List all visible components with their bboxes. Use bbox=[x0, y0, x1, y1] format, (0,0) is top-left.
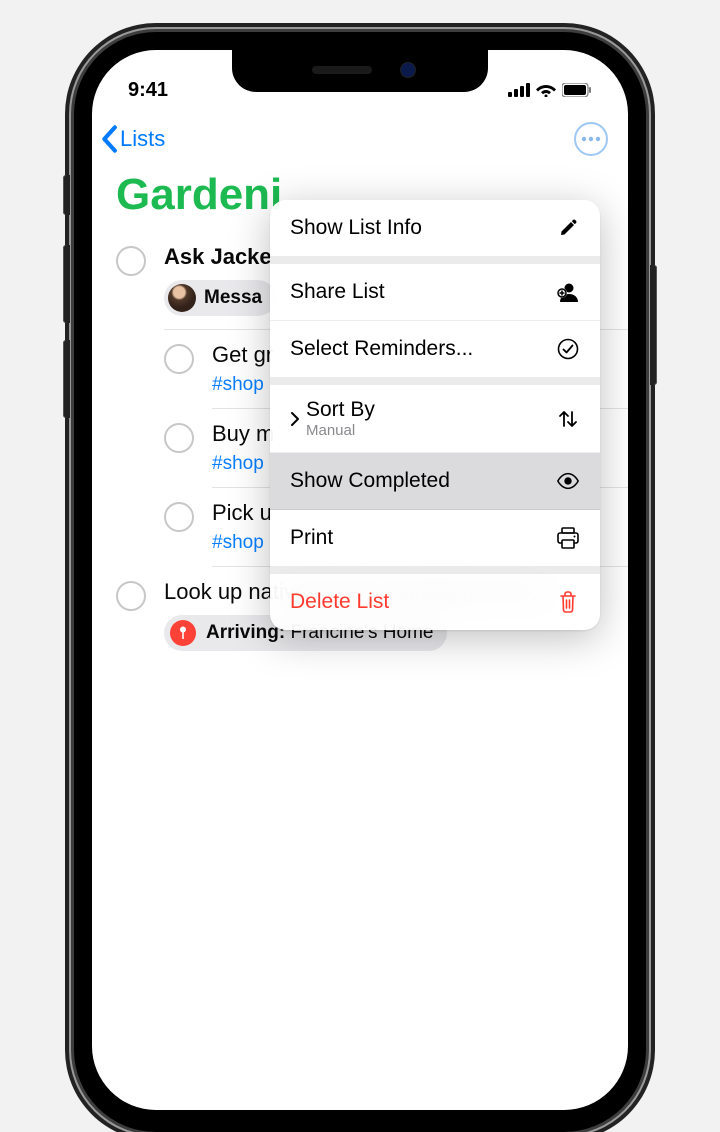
menu-sort-by[interactable]: Sort By Manual bbox=[270, 385, 600, 453]
chevron-left-icon bbox=[100, 125, 118, 153]
back-label: Lists bbox=[120, 126, 165, 152]
share-person-icon bbox=[556, 280, 580, 304]
printer-icon bbox=[556, 526, 580, 550]
menu-label: Select Reminders... bbox=[290, 337, 473, 361]
menu-label: Show List Info bbox=[290, 216, 422, 240]
sort-arrows-icon bbox=[556, 407, 580, 431]
menu-label: Print bbox=[290, 526, 333, 550]
eye-icon bbox=[556, 469, 580, 493]
menu-show-completed[interactable]: Show Completed bbox=[270, 453, 600, 510]
volume-up-button bbox=[63, 245, 70, 323]
menu-sublabel: Manual bbox=[306, 422, 375, 440]
completion-circle[interactable] bbox=[164, 344, 194, 374]
chevron-right-icon bbox=[290, 411, 300, 427]
completion-circle[interactable] bbox=[164, 423, 194, 453]
completion-circle[interactable] bbox=[116, 246, 146, 276]
trash-icon bbox=[556, 590, 580, 614]
menu-label: Show Completed bbox=[290, 469, 450, 493]
more-button[interactable] bbox=[574, 122, 608, 156]
screen: 9:41 Lists Gardeni Ask Jacke bbox=[92, 50, 628, 1110]
battery-icon bbox=[562, 83, 592, 97]
completion-circle[interactable] bbox=[164, 502, 194, 532]
checkmark-circle-icon bbox=[556, 337, 580, 361]
message-badge[interactable]: Messa bbox=[164, 280, 276, 316]
context-menu: Show List Info Share List Select Reminde… bbox=[270, 200, 600, 630]
power-button bbox=[650, 265, 657, 385]
status-time: 9:41 bbox=[128, 79, 168, 102]
menu-share-list[interactable]: Share List bbox=[270, 264, 600, 321]
menu-show-list-info[interactable]: Show List Info bbox=[270, 200, 600, 264]
menu-label: Share List bbox=[290, 280, 385, 304]
pencil-icon bbox=[556, 216, 580, 240]
message-badge-label: Messa bbox=[204, 287, 262, 309]
location-pin-icon bbox=[170, 620, 196, 646]
cellular-icon bbox=[508, 83, 530, 97]
menu-select-reminders[interactable]: Select Reminders... bbox=[270, 321, 600, 385]
menu-label: Sort By bbox=[306, 397, 375, 422]
status-indicators bbox=[508, 83, 592, 97]
notch bbox=[232, 50, 488, 92]
volume-down-button bbox=[63, 340, 70, 418]
ellipsis-icon bbox=[581, 136, 601, 142]
wifi-icon bbox=[536, 83, 556, 97]
mute-switch bbox=[63, 175, 70, 215]
menu-delete-list[interactable]: Delete List bbox=[270, 574, 600, 630]
nav-bar: Lists bbox=[92, 110, 628, 164]
menu-label: Delete List bbox=[290, 590, 389, 614]
back-button[interactable]: Lists bbox=[100, 125, 165, 153]
completion-circle[interactable] bbox=[116, 581, 146, 611]
avatar bbox=[168, 284, 196, 312]
menu-print[interactable]: Print bbox=[270, 510, 600, 574]
